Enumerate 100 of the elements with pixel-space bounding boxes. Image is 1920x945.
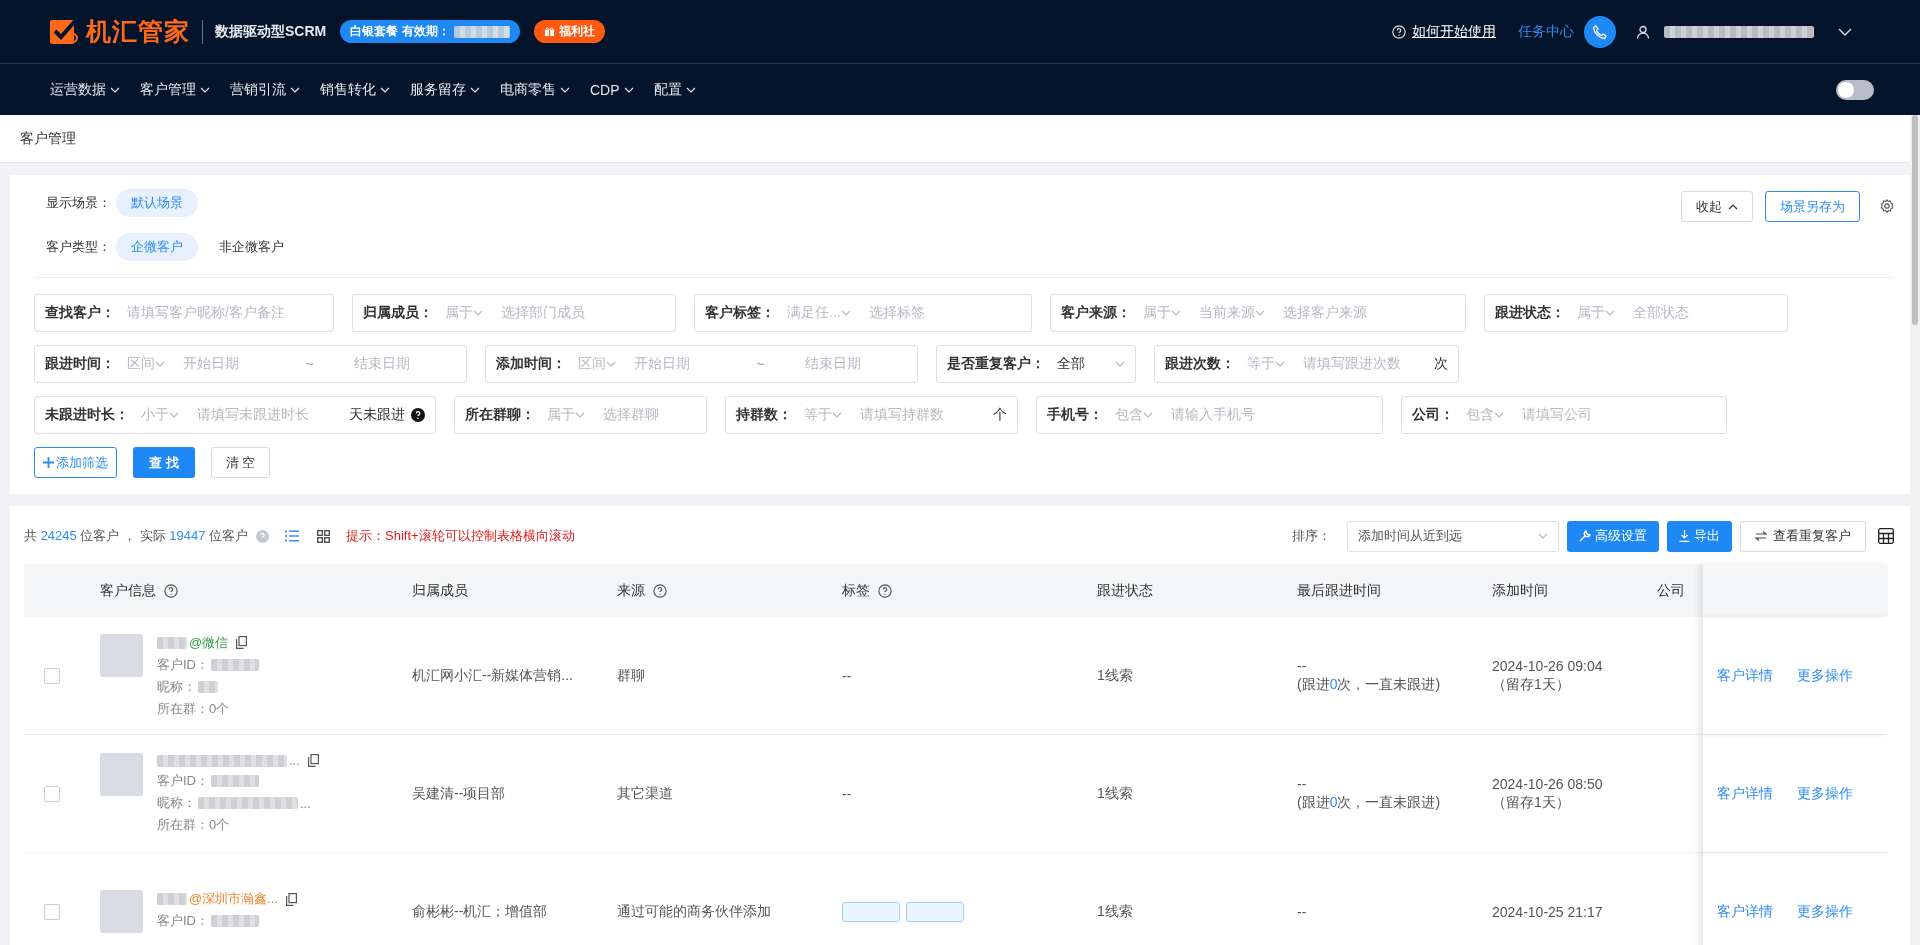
customer-detail-link[interactable]: 客户详情 [1717,902,1773,921]
filter-field[interactable]: 客户标签： 满足任... 选择标签 [694,294,1032,332]
settings-icon[interactable] [1880,199,1894,213]
phone-button[interactable] [1584,15,1616,48]
filter-field[interactable]: 手机号： 包含 请输入手机号 [1036,396,1383,434]
customer-detail-link[interactable]: 客户详情 [1717,784,1773,803]
input-placeholder[interactable]: 选择客户来源 [1283,304,1455,322]
operator-select[interactable]: 区间 [127,355,165,373]
row-checkbox[interactable] [44,667,60,684]
copy-icon[interactable] [286,892,298,906]
input-placeholder[interactable]: 结束日期 [333,355,456,373]
input-placeholder[interactable]: 开始日期 [634,355,737,373]
operator-select[interactable]: 属于 [547,406,585,424]
sort-select[interactable]: 添加时间从近到远 [1347,520,1559,552]
input-placeholder[interactable]: 选择标签 [868,304,1021,322]
customer-detail-link[interactable]: 客户详情 [1717,666,1773,685]
grid-view-button[interactable] [315,527,332,545]
filter-field[interactable]: 查找客户： 请填写客户昵称/客户备注 [34,294,334,332]
operator-select[interactable]: 属于 [445,304,483,322]
toggle-switch[interactable] [1836,79,1874,100]
filter-field[interactable]: 持群数： 等于 请填写持群数 个 [725,396,1018,434]
input-placeholder[interactable]: 结束日期 [784,355,907,373]
perks-button[interactable]: 福利社 [533,20,605,43]
input-placeholder[interactable]: 请填写跟进次数 [1303,355,1434,373]
scene-label: 显示场景： [46,194,112,212]
filter-label: 客户来源： [1061,304,1131,322]
nav-menu-item[interactable]: 电商零售 [500,80,570,99]
nav-menu-item[interactable]: 服务留存 [410,80,480,99]
input-placeholder[interactable]: 选择部门成员 [501,304,665,322]
advanced-settings-button[interactable]: 高级设置 [1567,520,1659,552]
filter-field[interactable]: 跟进时间： 区间 开始日期 ~ 结束日期 [34,345,467,383]
filter-field[interactable]: 添加时间： 区间 开始日期 ~ 结束日期 [485,345,918,383]
operator-select[interactable]: 包含 [1466,406,1504,424]
select-value[interactable]: 全部 [1057,355,1115,373]
chevron-down-icon [1115,361,1125,367]
clear-button[interactable]: 清 空 [210,447,271,478]
filter-field[interactable]: 归属成员： 属于 选择部门成员 [352,294,676,332]
operator-select[interactable]: 满足任... [787,304,851,322]
chevron-down-icon [840,310,851,316]
nav-menu-item[interactable]: 运营数据 [50,80,120,99]
chevron-down-icon[interactable] [1838,27,1852,36]
more-actions-link[interactable]: 更多操作 [1797,666,1853,685]
nav-menu-item[interactable]: CDP [590,81,634,98]
export-button[interactable]: 导出 [1667,520,1732,552]
operator-select[interactable]: 当前来源 [1199,304,1265,322]
nav-menu-item[interactable]: 销售转化 [320,80,390,99]
filter-label: 跟进时间： [45,355,115,373]
search-button[interactable]: 查 找 [133,447,195,478]
filter-field[interactable]: 公司： 包含 请填写公司 [1401,396,1727,434]
input-placeholder[interactable]: 开始日期 [183,355,286,373]
customer-id-label: 客户ID： [157,655,209,674]
status-text: 1线索 [1097,784,1133,803]
name-ellipsis: ... [289,753,300,768]
plus-icon [43,457,54,468]
collapse-button[interactable]: 收起 [1681,191,1753,222]
filter-field[interactable]: 未跟进时长： 小于 请填写未跟进时长 天未跟进 [34,396,436,434]
duplicates-button[interactable]: 查看重复客户 [1740,520,1866,552]
filter-field[interactable]: 是否重复客户： 全部 [936,345,1136,383]
operator-select[interactable]: 包含 [1115,406,1153,424]
operator-select[interactable]: 小于 [141,406,179,424]
help-link[interactable]: 如何开始使用 [1412,22,1496,41]
operator-select[interactable]: 等于 [1247,355,1285,373]
row-checkbox[interactable] [44,785,60,802]
operator-select[interactable]: 属于 [1143,304,1181,322]
list-view-button[interactable] [283,528,301,544]
more-actions-link[interactable]: 更多操作 [1797,784,1853,803]
chevron-down-icon [155,361,165,367]
table-settings-icon[interactable] [1878,528,1894,544]
copy-icon[interactable] [236,636,248,649]
input-placeholder[interactable]: 请填写公司 [1522,406,1716,424]
customer-count-text: 共 24245 位客户 ， 实际 19447 位客户 [24,527,248,545]
scene-chip[interactable]: 默认场景 [116,189,198,217]
scene-chip[interactable]: 企微客户 [116,233,198,261]
column-header: 来源 [617,581,645,600]
operator-select[interactable]: 等于 [804,406,842,424]
filter-field[interactable]: 跟进状态： 属于 全部状态 [1484,294,1788,332]
chevron-down-icon [1538,533,1548,539]
input-placeholder[interactable]: 请填写持群数 [860,406,993,424]
task-center-link[interactable]: 任务中心 [1518,22,1574,41]
input-placeholder[interactable]: 请填写未跟进时长 [197,406,349,424]
operator-select[interactable]: 属于 [1577,304,1615,322]
filter-field[interactable]: 客户来源： 属于 当前来源 选择客户来源 [1050,294,1466,332]
input-placeholder[interactable]: 选择群聊 [603,406,696,424]
row-checkbox[interactable] [44,903,60,920]
save-scene-button[interactable]: 场景另存为 [1765,191,1860,222]
filter-field[interactable]: 所在群聊： 属于 选择群聊 [454,396,707,434]
input-placeholder[interactable]: 全部状态 [1633,304,1777,322]
scene-chip[interactable]: 非企微客户 [204,233,299,261]
tags-text: -- [842,785,852,802]
nav-menu-item[interactable]: 配置 [653,80,696,99]
input-placeholder[interactable]: 请填写客户昵称/客户备注 [127,304,323,322]
nav-menu-item[interactable]: 客户管理 [140,80,210,99]
input-placeholder[interactable]: 请输入手机号 [1171,406,1372,424]
filter-field[interactable]: 跟进次数： 等于 请填写跟进次数 次 [1154,345,1459,383]
add-filter-button[interactable]: 添加筛选 [34,447,117,478]
nav-menu-item[interactable]: 营销引流 [230,80,300,99]
copy-icon[interactable] [307,754,319,767]
operator-select[interactable]: 区间 [578,355,616,373]
more-actions-link[interactable]: 更多操作 [1797,902,1853,921]
chevron-down-icon [1605,310,1615,316]
